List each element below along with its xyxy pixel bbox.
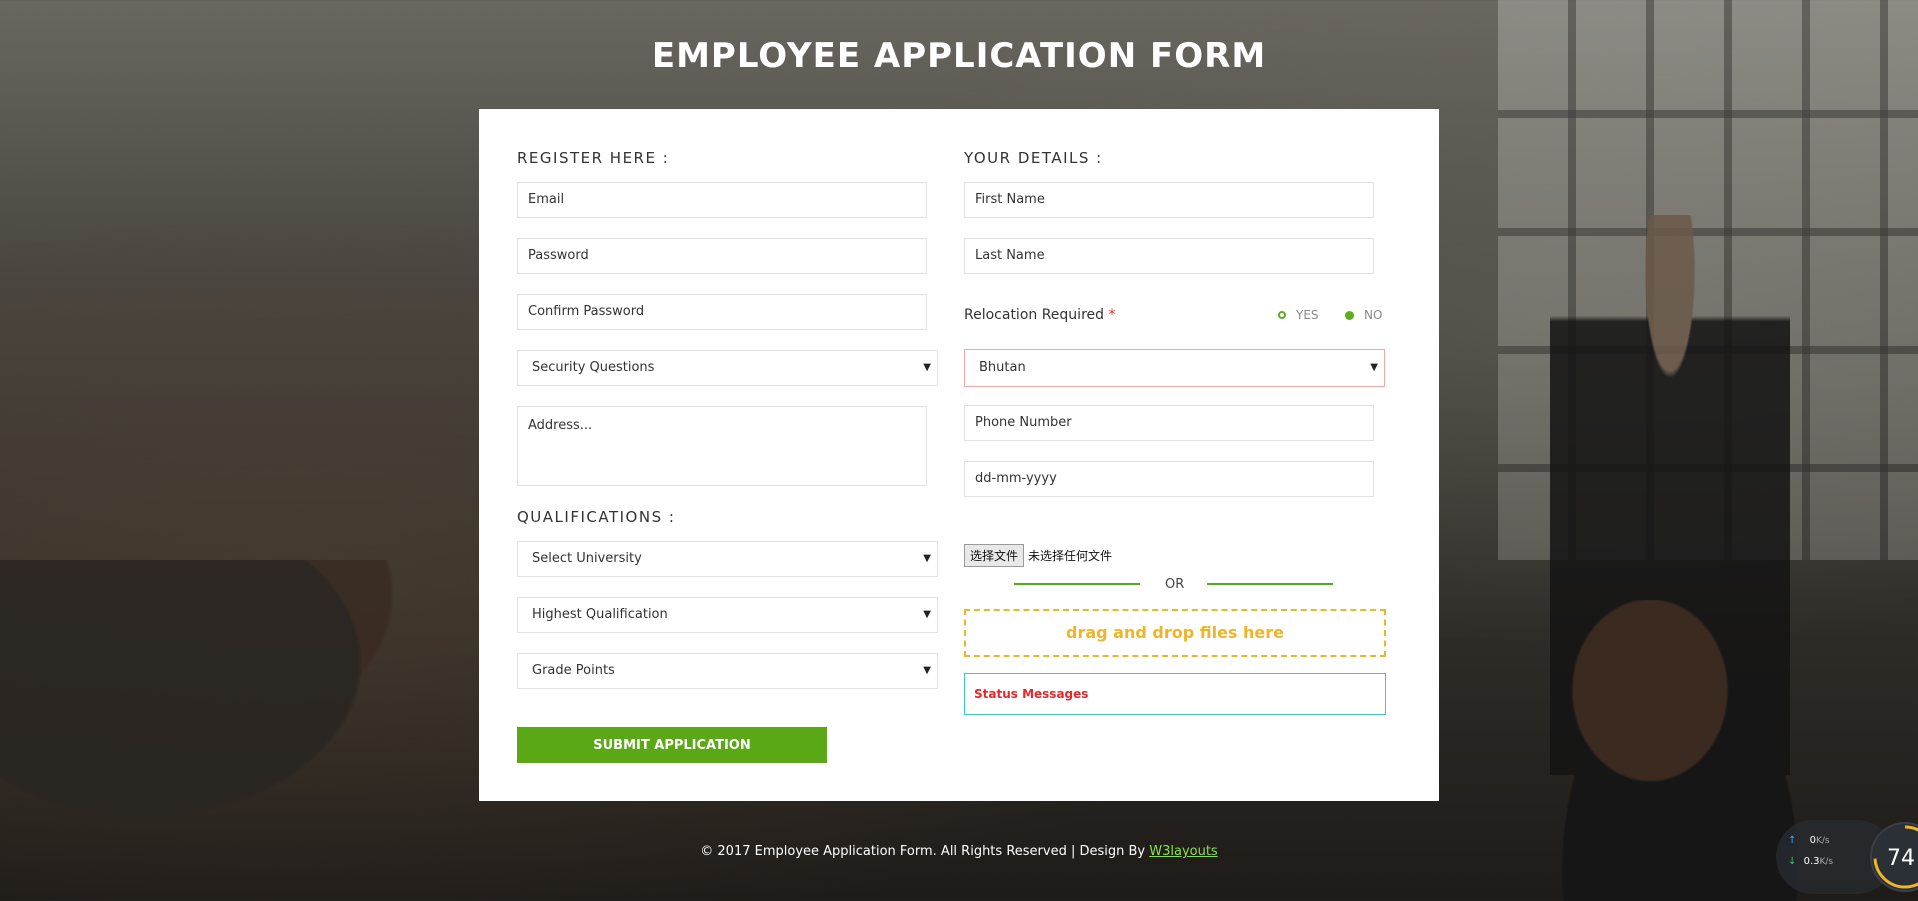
radio-empty-icon: [1278, 311, 1286, 319]
first-name-field[interactable]: First Name: [964, 182, 1374, 218]
university-value: Select University: [532, 551, 642, 566]
no-file-chosen-text: 未选择任何文件: [1028, 549, 1113, 563]
relocation-yes-label: YES: [1296, 308, 1319, 322]
relocation-no-label: NO: [1364, 308, 1383, 322]
status-messages-box: Status Messages: [964, 673, 1386, 715]
download-speed: ↓ 0.3K/s: [1788, 856, 1833, 867]
upload-speed-unit: K/s: [1815, 836, 1830, 846]
date-field[interactable]: dd-mm-yyyy: [964, 461, 1374, 497]
password-field[interactable]: Password: [517, 238, 927, 274]
email-field[interactable]: Email: [517, 182, 927, 218]
highest-qualification-select[interactable]: Highest Qualification ▼: [517, 597, 938, 633]
caret-down-icon: ▼: [923, 609, 931, 620]
security-questions-select[interactable]: Security Questions ▼: [517, 350, 938, 386]
your-details-heading: YOUR DETAILS :: [964, 149, 1103, 167]
qualifications-heading: QUALIFICATIONS :: [517, 508, 676, 526]
last-name-field[interactable]: Last Name: [964, 238, 1374, 274]
relocation-label: Relocation Required *: [964, 307, 1115, 323]
upload-speed: ↑ 0K/s: [1788, 835, 1830, 846]
w3layouts-link[interactable]: W3layouts: [1149, 844, 1217, 859]
upload-arrow-icon: ↑: [1788, 835, 1797, 846]
caret-down-icon: ▼: [923, 665, 931, 676]
register-heading: REGISTER HERE :: [517, 149, 670, 167]
grade-points-select[interactable]: Grade Points ▼: [517, 653, 938, 689]
relocation-no-radio[interactable]: NO: [1345, 308, 1382, 322]
relocation-label-text: Relocation Required: [964, 307, 1105, 323]
confirm-password-field[interactable]: Confirm Password: [517, 294, 927, 330]
radio-selected-icon: [1345, 310, 1354, 320]
download-speed-unit: K/s: [1819, 857, 1834, 867]
choose-file-button[interactable]: 选择文件: [964, 544, 1025, 567]
country-value: Bhutan: [979, 360, 1026, 375]
footer: © 2017 Employee Application Form. All Ri…: [0, 844, 1918, 859]
drag-drop-zone[interactable]: drag and drop files here: [964, 609, 1386, 657]
phone-number-field[interactable]: Phone Number: [964, 405, 1374, 441]
caret-down-icon: ▼: [923, 362, 931, 373]
security-questions-value: Security Questions: [532, 360, 655, 375]
submit-application-button[interactable]: SUBMIT APPLICATION: [517, 727, 827, 763]
or-divider-left: [1014, 583, 1140, 585]
footer-text: © 2017 Employee Application Form. All Ri…: [700, 844, 1150, 859]
download-arrow-icon: ↓: [1788, 856, 1797, 867]
country-select[interactable]: Bhutan ▼: [964, 349, 1385, 387]
gauge-value: 74: [1887, 846, 1915, 871]
grade-points-value: Grade Points: [532, 663, 615, 678]
memory-gauge[interactable]: 74 %: [1868, 820, 1918, 894]
or-text: OR: [1165, 577, 1185, 592]
download-speed-value: 0.3: [1803, 856, 1820, 867]
application-form-card: REGISTER HERE : Email Password Confirm P…: [479, 109, 1439, 801]
highest-qualification-value: Highest Qualification: [532, 607, 668, 622]
caret-down-icon: ▼: [1370, 362, 1378, 373]
university-select[interactable]: Select University ▼: [517, 541, 938, 577]
required-mark: *: [1108, 307, 1116, 323]
or-divider-right: [1207, 583, 1333, 585]
relocation-yes-radio[interactable]: YES: [1278, 308, 1319, 322]
address-textarea[interactable]: Address...: [517, 406, 927, 486]
page-title: EMPLOYEE APPLICATION FORM: [651, 36, 1267, 76]
caret-down-icon: ▼: [923, 553, 931, 564]
